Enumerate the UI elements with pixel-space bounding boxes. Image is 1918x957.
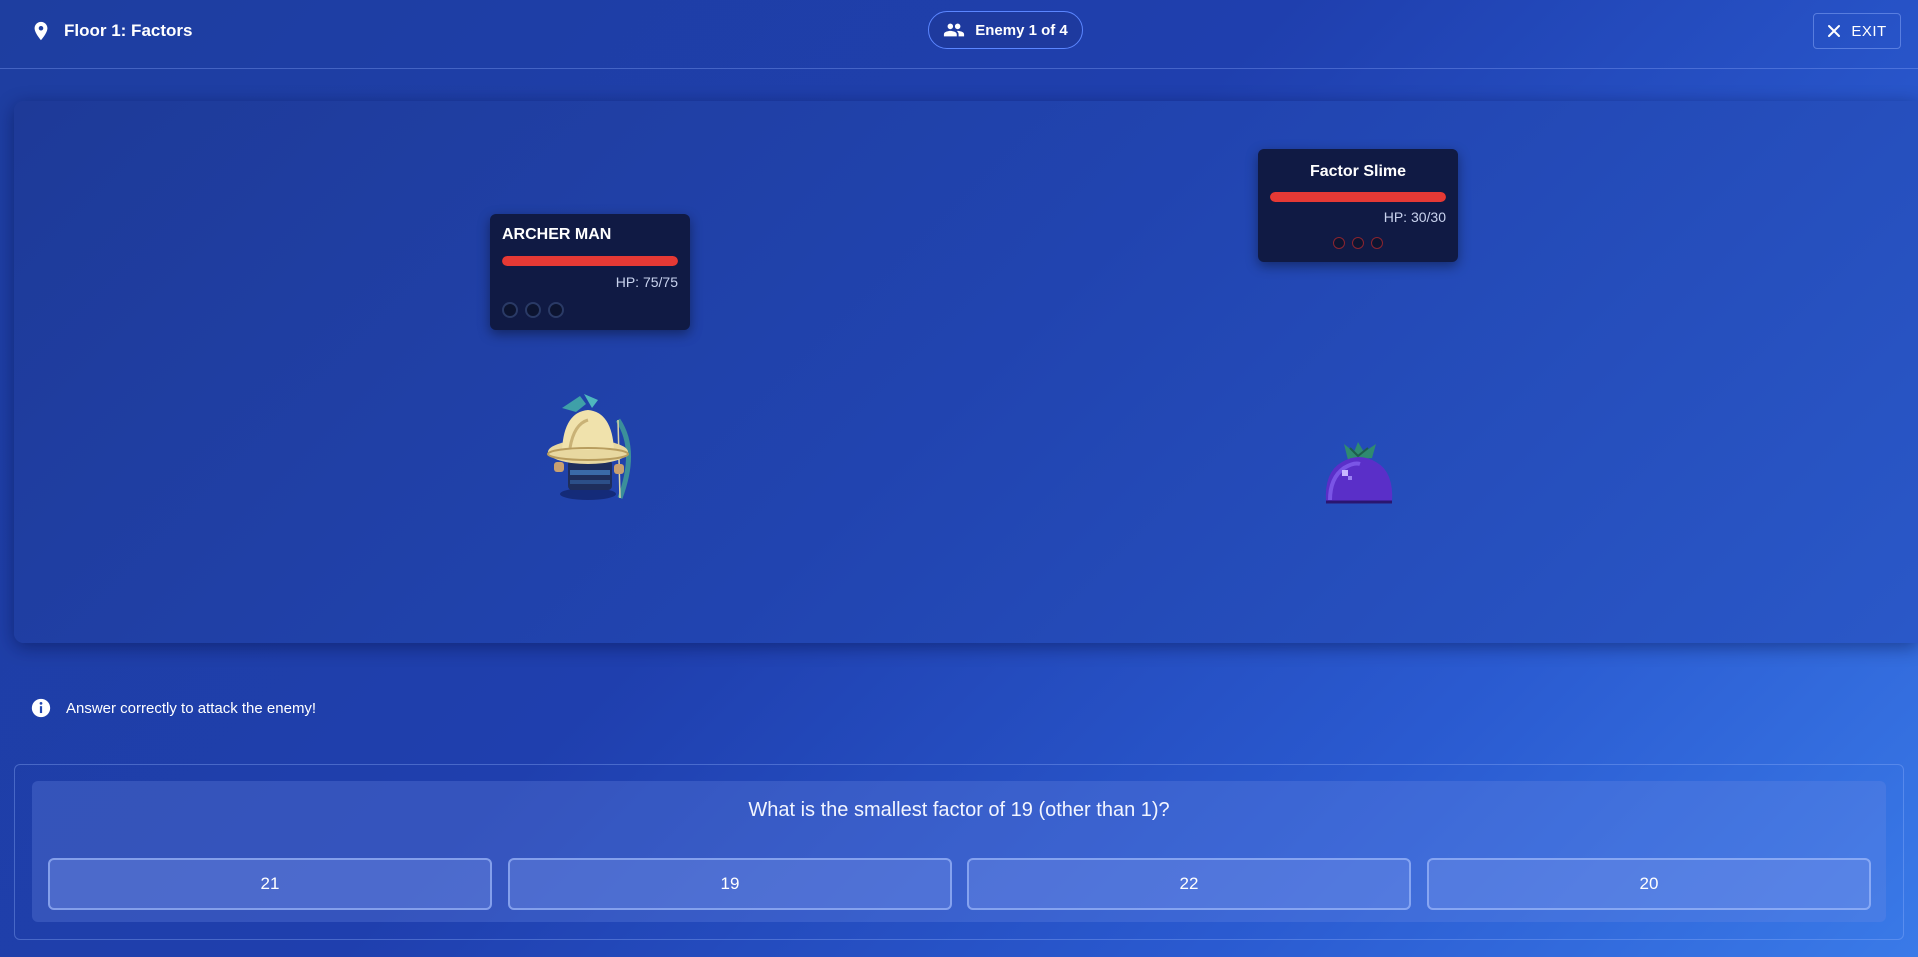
battle-arena: [14, 101, 1918, 643]
group-icon: [944, 23, 965, 37]
enemy-status-card: Factor Slime HP: 30/30: [1258, 149, 1458, 262]
archer-sprite: [547, 394, 631, 500]
answer-button[interactable]: 22: [967, 858, 1411, 910]
map-pin-icon: [34, 21, 48, 41]
exit-button[interactable]: EXIT: [1813, 13, 1901, 49]
enemy-hp-bar: [1270, 192, 1446, 202]
enemy-charge-slots: [1258, 237, 1458, 249]
close-icon: [1828, 25, 1841, 37]
charge-slot: [525, 302, 541, 318]
player-charge-slots: [502, 302, 564, 318]
enemy-counter-badge: Enemy 1 of 4: [928, 11, 1083, 49]
answer-button[interactable]: 21: [48, 858, 492, 910]
player-hp-bar: [502, 256, 678, 266]
slime-sprite: [1325, 442, 1393, 504]
info-icon: [31, 698, 51, 718]
enemy-hp-text: HP: 30/30: [1383, 209, 1446, 225]
hint-message: Answer correctly to attack the enemy!: [30, 697, 316, 719]
floor-label: Floor 1: Factors: [64, 21, 193, 40]
player-status-card: ARCHER MAN HP: 75/75: [490, 214, 690, 330]
enemy-counter-label: Enemy 1 of 4: [975, 21, 1068, 39]
charge-slot: [1333, 237, 1345, 249]
charge-slot: [548, 302, 564, 318]
charge-slot: [1371, 237, 1383, 249]
player-hp-text: HP: 75/75: [615, 274, 678, 290]
question-card: What is the smallest factor of 19 (other…: [32, 781, 1886, 922]
hint-text: Answer correctly to attack the enemy!: [66, 699, 317, 717]
player-hp-fill: [502, 256, 678, 266]
answer-button[interactable]: 20: [1427, 858, 1871, 910]
question-text: What is the smallest factor of 19 (other…: [748, 799, 1170, 821]
enemy-name: Factor Slime: [1309, 163, 1407, 180]
charge-slot: [502, 302, 518, 318]
charge-slot: [1352, 237, 1364, 249]
answer-button[interactable]: 19: [508, 858, 952, 910]
top-bar: Floor 1: Factors Enemy 1 of 4 EXIT: [0, 0, 1918, 69]
question-panel: What is the smallest factor of 19 (other…: [14, 764, 1904, 940]
floor-indicator: Floor 1: Factors: [30, 19, 192, 43]
exit-label: EXIT: [1851, 22, 1887, 40]
enemy-hp-fill: [1270, 192, 1446, 202]
player-name: ARCHER MAN: [502, 226, 612, 243]
